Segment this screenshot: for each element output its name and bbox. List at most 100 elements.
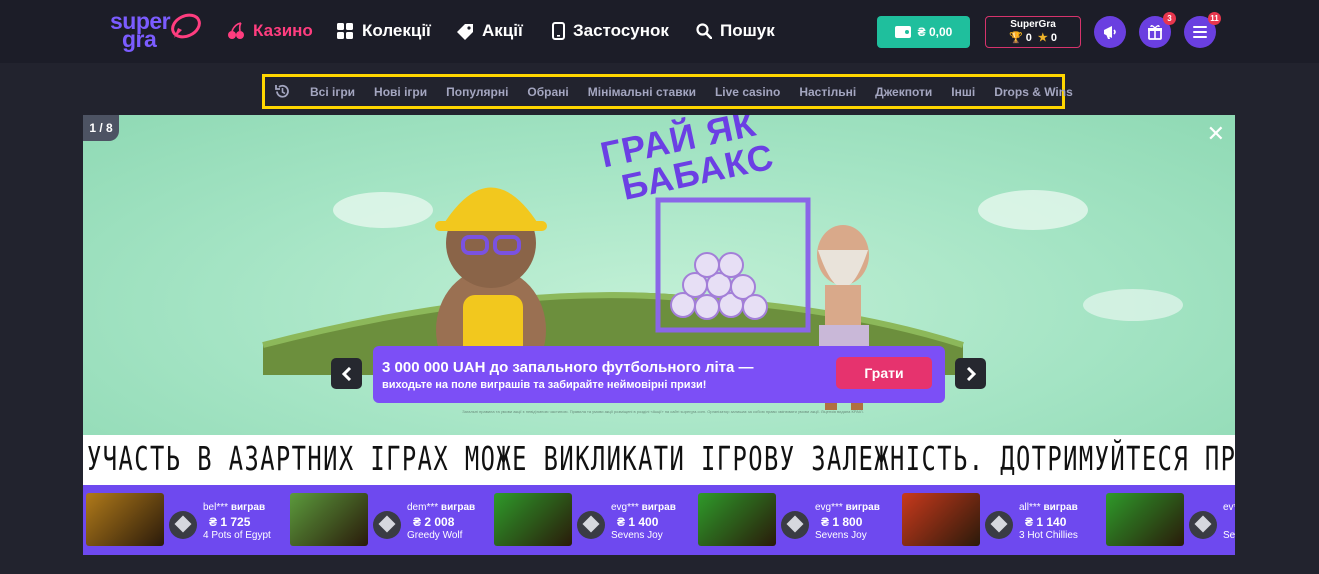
gem-icon bbox=[373, 511, 401, 539]
category-jackpots[interactable]: Джекпоти bbox=[875, 85, 932, 99]
tag-icon bbox=[457, 23, 473, 40]
gifts-button[interactable]: 3 bbox=[1139, 12, 1176, 48]
menu-button[interactable]: 11 bbox=[1184, 12, 1221, 48]
chevron-right-icon bbox=[966, 366, 976, 381]
winner-user: evg*** виграв bbox=[815, 502, 880, 513]
trophy-icon: 🏆 bbox=[1009, 32, 1023, 44]
nav-promotions-label: Акції bbox=[482, 21, 523, 40]
menu-badge: 11 bbox=[1208, 12, 1221, 25]
category-all-games[interactable]: Всі ігри bbox=[310, 85, 355, 99]
wallet-button[interactable]: ₴ 0,00 bbox=[877, 16, 970, 48]
trophy-count: 🏆 0 bbox=[1009, 31, 1032, 44]
gift-icon bbox=[1148, 25, 1162, 40]
promo-headline: 3 000 000 UAH до запального футбольного … bbox=[382, 359, 754, 376]
winner-game: Sevens Joy bbox=[815, 530, 867, 541]
winner-user: dem*** виграв bbox=[407, 502, 475, 513]
supergra-loyalty[interactable]: SuperGra 🏆 0 ★ 0 bbox=[985, 16, 1081, 48]
responsible-gaming-warning: УЧАСТЬ В АЗАРТНИХ ІГРАХ МОЖЕ ВИКЛИКАТИ І… bbox=[83, 435, 1235, 485]
logo-line2: gra bbox=[122, 26, 157, 52]
trophy-value: 0 bbox=[1025, 32, 1032, 44]
winner-username: all*** bbox=[1019, 502, 1041, 513]
star-count: ★ 0 bbox=[1038, 31, 1057, 44]
nav-search[interactable]: Пошук bbox=[696, 20, 775, 42]
hamburger-icon bbox=[1193, 26, 1207, 38]
winner-amount: ₴ 1 725 bbox=[209, 515, 251, 529]
category-drops-wins[interactable]: Drops & Wins bbox=[994, 85, 1073, 99]
winner-user: ev*** виграв bbox=[1223, 502, 1235, 513]
slide-counter: 1 / 8 bbox=[83, 115, 119, 141]
megaphone-icon bbox=[1104, 26, 1116, 39]
winner-verb: виграв bbox=[845, 502, 880, 513]
game-thumbnail[interactable] bbox=[1106, 493, 1184, 546]
supergra-logo[interactable]: super gra bbox=[108, 6, 204, 52]
winner-username: dem*** bbox=[407, 502, 439, 513]
promo-box: 3 000 000 UAH до запального футбольного … bbox=[373, 346, 945, 403]
winner-username: evg*** bbox=[815, 502, 843, 513]
winner-verb: виграв bbox=[230, 502, 266, 513]
recent-winners-strip: bel*** виграв ₴ 1 725 4 Pots of Egypt dem**… bbox=[83, 485, 1235, 555]
winner-game: 3 Hot Chillies bbox=[1019, 530, 1078, 541]
search-icon bbox=[696, 23, 712, 39]
winner-verb: виграв bbox=[1043, 502, 1078, 513]
category-new-games[interactable]: Нові ігри bbox=[374, 85, 427, 99]
game-thumbnail[interactable] bbox=[902, 493, 980, 546]
warning-text: УЧАСТЬ В АЗАРТНИХ ІГРАХ МОЖЕ ВИКЛИКАТИ І… bbox=[87, 439, 1235, 478]
loyalty-stats: 🏆 0 ★ 0 bbox=[986, 31, 1080, 44]
gem-icon bbox=[1189, 511, 1217, 539]
winner-amount: ₴ 1 400 bbox=[617, 515, 659, 529]
announcements-button[interactable] bbox=[1094, 16, 1126, 48]
gem-icon bbox=[577, 511, 605, 539]
grid-icon bbox=[337, 22, 353, 39]
nav-search-label: Пошук bbox=[720, 21, 775, 40]
winner-game: Se bbox=[1223, 530, 1235, 541]
category-table[interactable]: Настільні bbox=[799, 85, 856, 99]
winner-username: bel*** bbox=[203, 502, 229, 513]
winner-game: 4 Pots of Egypt bbox=[203, 530, 271, 541]
winner-user: bel*** виграв bbox=[203, 502, 265, 513]
game-thumbnail[interactable] bbox=[290, 493, 368, 546]
winner-username: ev*** bbox=[1223, 502, 1235, 513]
winner-user: all*** виграв bbox=[1019, 502, 1078, 513]
gifts-badge: 3 bbox=[1163, 12, 1176, 25]
promo-banner: 1 / 8 ✕ ГРАЙ ЯК БАБАКС 3 000 000 UAH до … bbox=[83, 115, 1235, 555]
wallet-icon bbox=[894, 26, 911, 38]
close-icon[interactable]: ✕ bbox=[1207, 123, 1225, 145]
nav-collections-label: Колекції bbox=[362, 21, 431, 40]
nav-app-label: Застосунок bbox=[573, 21, 669, 40]
winner-amount: ₴ 1 140 bbox=[1025, 515, 1067, 529]
winner-verb: виграв bbox=[440, 502, 476, 513]
star-value: 0 bbox=[1050, 32, 1057, 44]
phone-icon bbox=[552, 22, 565, 40]
gem-icon bbox=[169, 511, 197, 539]
chevron-left-icon bbox=[341, 366, 351, 381]
prev-slide-button[interactable] bbox=[331, 358, 362, 389]
category-min-bets[interactable]: Мінімальні ставки bbox=[588, 85, 696, 99]
cherries-icon bbox=[228, 22, 244, 39]
nav-collections[interactable]: Колекції bbox=[337, 20, 431, 42]
nav-casino[interactable]: Казино bbox=[227, 20, 313, 42]
category-bar: Всі ігри Нові ігри Популярні Обрані Міні… bbox=[262, 74, 1073, 109]
top-header: super gra Казино Колекції Акції Застосун… bbox=[0, 0, 1319, 63]
category-popular[interactable]: Популярні bbox=[446, 85, 508, 99]
winner-verb: виграв bbox=[641, 502, 676, 513]
loyalty-title: SuperGra bbox=[1010, 19, 1056, 30]
gem-icon bbox=[781, 511, 809, 539]
category-other[interactable]: Інші bbox=[951, 85, 975, 99]
promo-fineprint: Загальні правила та умови акції є невід'… bbox=[462, 409, 864, 414]
rocket-icon bbox=[171, 13, 201, 39]
nav-promotions[interactable]: Акції bbox=[456, 20, 523, 42]
play-button[interactable]: Грати bbox=[836, 357, 932, 389]
history-icon[interactable] bbox=[274, 83, 291, 100]
next-slide-button[interactable] bbox=[955, 358, 986, 389]
nav-casino-label: Казино bbox=[253, 21, 313, 40]
winner-username: evg*** bbox=[611, 502, 639, 513]
gem-icon bbox=[985, 511, 1013, 539]
category-favorites[interactable]: Обрані bbox=[527, 85, 568, 99]
game-thumbnail[interactable] bbox=[698, 493, 776, 546]
category-live-casino[interactable]: Live casino bbox=[715, 85, 780, 99]
winner-game: Sevens Joy bbox=[611, 530, 663, 541]
winner-game: Greedy Wolf bbox=[407, 530, 463, 541]
nav-app[interactable]: Застосунок bbox=[552, 20, 669, 42]
game-thumbnail[interactable] bbox=[494, 493, 572, 546]
game-thumbnail[interactable] bbox=[86, 493, 164, 546]
